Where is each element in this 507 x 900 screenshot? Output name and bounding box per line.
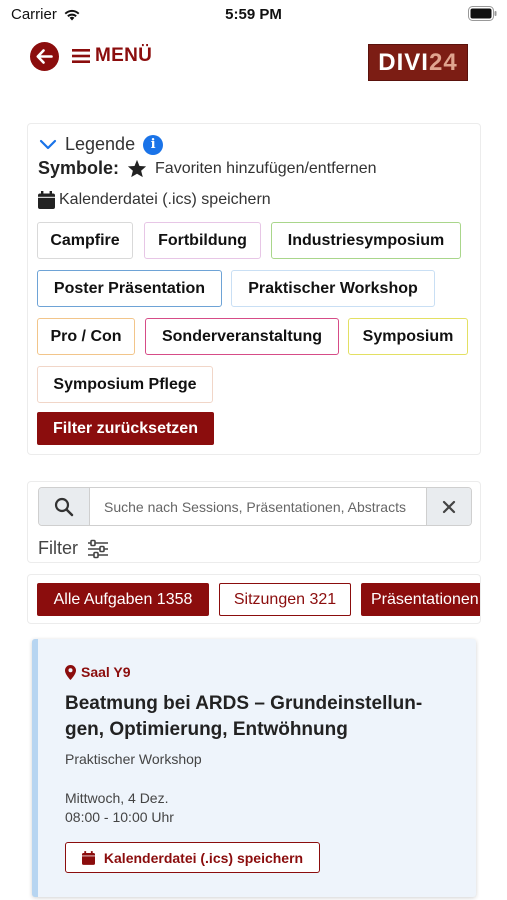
search-card: Filter (27, 481, 481, 563)
search-input[interactable] (90, 488, 426, 525)
tag-poster-praesentation[interactable]: Poster Präsentation (37, 270, 222, 307)
close-icon (442, 500, 456, 513)
category-tabs: Alle Aufgaben 1358 Sitzungen 321 Präsent… (27, 574, 481, 624)
session-title[interactable]: Beatmung bei ARDS – Grundeinstellun-gen,… (65, 691, 465, 743)
tab-presentations[interactable]: Präsentationen (361, 583, 480, 616)
legend-title: Legende (65, 134, 136, 154)
calendar-icon (81, 850, 95, 865)
save-ics-button[interactable]: Kalenderdatei (.ics) speichern (65, 842, 320, 873)
tag-symposium[interactable]: Symposium (348, 318, 468, 355)
tag-label: Praktischer Workshop (248, 279, 418, 297)
arrow-left-icon (36, 49, 53, 64)
status-bar: Carrier 5:59 PM (0, 0, 507, 30)
tab-all-tasks[interactable]: Alle Aufgaben 1358 (37, 583, 209, 616)
tag-sonderveranstaltung[interactable]: Sonderveranstaltung (145, 318, 339, 355)
tag-pro-con[interactable]: Pro / Con (37, 318, 135, 355)
favorite-legend-text: Favoriten hinzufügen/entfernen (155, 159, 377, 177)
tag-label: Fortbildung (158, 231, 247, 249)
session-datetime: Mittwoch, 4 Dez. 08:00 - 10:00 Uhr (65, 789, 174, 827)
session-type: Praktischer Workshop (65, 751, 202, 767)
tag-symposium-pflege[interactable]: Symposium Pflege (37, 366, 213, 403)
room-label: Saal Y9 (81, 664, 131, 680)
calendar-icon (38, 191, 55, 209)
tag-label: Campfire (50, 231, 120, 249)
menu-button[interactable]: MENÜ (72, 45, 152, 67)
sliders-icon (88, 539, 108, 558)
tag-label: Symposium (362, 327, 454, 345)
session-time: 08:00 - 10:00 Uhr (65, 809, 174, 825)
map-marker-icon (65, 664, 76, 680)
tag-industriesymposium[interactable]: Industriesymposium (271, 222, 461, 259)
tag-campfire[interactable]: Campfire (37, 222, 133, 259)
clear-search-button[interactable] (426, 488, 471, 525)
filter-toggle[interactable]: Filter (38, 538, 109, 559)
tag-label: Poster Präsentation (53, 279, 206, 297)
ics-button-label: Kalenderdatei (.ics) speichern (103, 849, 304, 866)
symbols-row: Symbole: Favoriten hinzufügen/entfernen (38, 158, 377, 179)
divi24-logo[interactable]: DIVI 24 (368, 44, 468, 81)
tab-sessions[interactable]: Sitzungen 321 (219, 583, 351, 616)
search-icon (54, 497, 74, 516)
info-icon[interactable]: i (143, 134, 164, 155)
tag-label: Industriesymposium (287, 231, 445, 249)
clock: 5:59 PM (225, 6, 282, 23)
battery-icon (468, 6, 497, 21)
reset-filter-button[interactable]: Filter zurücksetzen (37, 412, 214, 445)
symbols-label: Symbole: (38, 158, 120, 178)
search-group (38, 487, 472, 526)
logo-text-year: 24 (428, 48, 458, 76)
tag-label: Sonderveranstaltung (161, 327, 323, 345)
calendar-legend-row: Kalenderdatei (.ics) speichern (38, 191, 271, 209)
chevron-down-icon (39, 139, 57, 150)
calendar-legend-text: Kalenderdatei (.ics) speichern (59, 191, 271, 208)
search-button[interactable] (39, 488, 90, 525)
legend-toggle[interactable]: Legende i (39, 134, 164, 155)
hamburger-icon (72, 49, 90, 63)
app-header: MENÜ DIVI 24 (0, 36, 507, 86)
session-room: Saal Y9 (65, 664, 131, 680)
back-button[interactable] (30, 42, 59, 71)
session-day: Mittwoch, 4 Dez. (65, 790, 169, 806)
menu-label: MENÜ (95, 45, 153, 66)
star-icon (127, 159, 147, 178)
tag-label: Pro / Con (50, 327, 122, 345)
filter-label: Filter (38, 538, 78, 558)
tag-praktischer-workshop[interactable]: Praktischer Workshop (231, 270, 435, 307)
tag-label: Symposium Pflege (53, 375, 197, 393)
logo-text-divi: DIVI (378, 48, 429, 76)
legend-card: Legende i Symbole: Favoriten hinzufügen/… (27, 123, 481, 455)
tag-fortbildung[interactable]: Fortbildung (144, 222, 261, 259)
session-card[interactable]: Saal Y9 Beatmung bei ARDS – Grundeinstel… (32, 639, 476, 897)
